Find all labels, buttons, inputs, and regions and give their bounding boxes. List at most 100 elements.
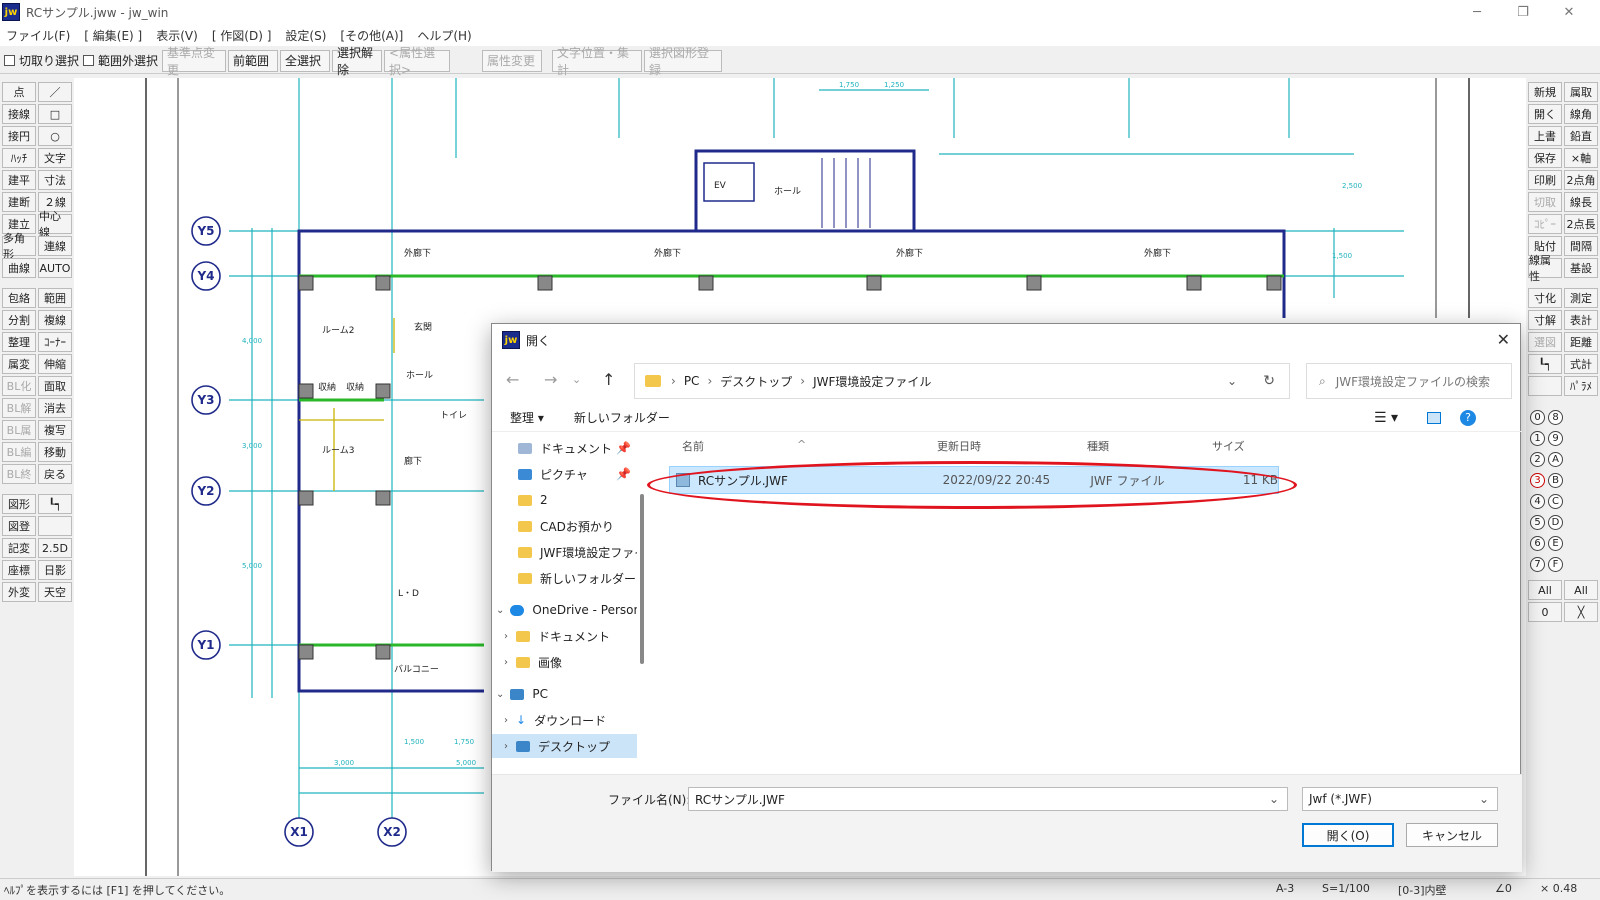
right-tool-button[interactable]: ﾊﾟﾗﾒ <box>1564 376 1598 396</box>
filename-input[interactable]: RCサンプル.JWF ⌄ <box>688 787 1288 811</box>
right-tool-button[interactable]: 鉛直 <box>1564 126 1598 146</box>
left-tool-button[interactable]: 文字 <box>38 148 72 168</box>
left-tool-button[interactable]: □ <box>38 104 72 124</box>
address-bar[interactable]: › PC › デスクトップ › JWF環境設定ファイル ⌄ ↻ <box>634 363 1290 399</box>
status-paper[interactable]: A-3 <box>1276 882 1294 895</box>
layer-button[interactable]: 9 <box>1548 431 1563 446</box>
layer-zero-button[interactable]: 0 <box>1528 602 1562 622</box>
left-tool-button[interactable]: BL終 <box>2 464 36 484</box>
breadcrumb-desktop[interactable]: デスクトップ <box>720 373 792 390</box>
nav-scrollbar[interactable] <box>640 494 644 664</box>
left-tool-button[interactable]: BL解 <box>2 398 36 418</box>
nav-item-folder-2[interactable]: 2 <box>492 488 637 512</box>
status-layer[interactable]: [0-3]内壁 <box>1398 882 1447 898</box>
left-tool-button[interactable]: 多角形 <box>2 232 36 261</box>
layer-all-button[interactable]: All <box>1528 580 1562 600</box>
layer-button[interactable]: B <box>1548 473 1563 488</box>
left-tool-button[interactable]: 複線 <box>38 310 72 330</box>
right-tool-button[interactable]: ×軸 <box>1564 148 1598 168</box>
menu-file[interactable]: ファイル(F) <box>6 27 70 44</box>
right-tool-button[interactable]: 2点長 <box>1564 214 1598 234</box>
file-row[interactable]: RCサンプル.JWF 2022/09/22 20:45 JWF ファイル 11 … <box>669 466 1279 494</box>
status-angle[interactable]: ∠0 <box>1495 882 1512 895</box>
right-tool-button[interactable]: 線属性 <box>1528 254 1562 283</box>
select-all-button[interactable]: 全選択 <box>280 49 331 72</box>
left-tool-button[interactable]: 連線 <box>38 236 72 256</box>
menu-edit[interactable]: [ 編集(E) ] <box>84 27 142 44</box>
status-scale[interactable]: S=1/100 <box>1322 882 1370 895</box>
left-tool-button[interactable]: 移動 <box>38 442 72 462</box>
preview-pane-icon[interactable] <box>1427 411 1441 424</box>
chevron-down-icon[interactable]: ⌄ <box>1227 374 1237 388</box>
left-tool-button[interactable]: BL属 <box>2 420 36 440</box>
attr-change-button[interactable]: 属性変更 <box>482 49 543 72</box>
left-tool-button[interactable]: AUTO <box>38 258 72 278</box>
right-tool-button[interactable]: ｺﾋﾟｰ <box>1528 214 1562 234</box>
breadcrumb-folder[interactable]: JWF環境設定ファイル <box>813 373 931 390</box>
left-tool-button[interactable]: 寸法 <box>38 170 72 190</box>
menu-other[interactable]: [その他(A)] <box>340 27 403 44</box>
right-tool-button[interactable]: 新規 <box>1528 82 1562 102</box>
chevron-down-icon[interactable]: ⌄ <box>496 605 504 616</box>
layer-button[interactable]: F <box>1548 557 1563 572</box>
layer-button[interactable]: C <box>1548 494 1563 509</box>
nav-item-cad[interactable]: CADお預かり <box>492 514 637 538</box>
layer-cross-icon[interactable]: ╳ <box>1564 602 1598 622</box>
left-tool-button[interactable]: 記変 <box>2 538 36 558</box>
chevron-right-icon[interactable]: › <box>504 657 508 668</box>
right-tool-button[interactable]: 上書 <box>1528 126 1562 146</box>
left-tool-button[interactable]: 接線 <box>2 104 36 124</box>
right-tool-button[interactable]: 寸解 <box>1528 310 1562 330</box>
left-tool-button[interactable]: ／ <box>38 82 72 102</box>
left-tool-button[interactable]: 2.5D <box>38 538 72 558</box>
layer-group-button[interactable]: 7 <box>1530 557 1545 572</box>
layer-group-button[interactable]: 1 <box>1530 431 1545 446</box>
right-tool-button[interactable]: 開く <box>1528 104 1562 124</box>
column-header-modified[interactable]: 更新日時 <box>937 438 981 454</box>
layer-group-button[interactable]: 4 <box>1530 494 1545 509</box>
right-tool-button[interactable]: 線角 <box>1564 104 1598 124</box>
right-tool-button[interactable] <box>1528 376 1562 396</box>
file-type-select[interactable]: Jwf (*.JWF) ⌄ <box>1302 787 1498 811</box>
close-icon[interactable]: ✕ <box>1497 330 1510 349</box>
left-tool-button[interactable]: ○ <box>38 126 72 146</box>
register-shape-button[interactable]: 選択図形登録 <box>644 46 723 77</box>
base-point-button[interactable]: 基準点変更 <box>162 46 227 77</box>
chevron-right-icon[interactable]: › <box>504 715 508 726</box>
organize-button[interactable]: 整理 ▾ <box>510 409 544 426</box>
left-tool-button[interactable]: 曲線 <box>2 258 36 278</box>
left-tool-button[interactable]: 図登 <box>2 516 36 536</box>
nav-item-pictures[interactable]: ピクチャ 📌 <box>492 462 637 486</box>
left-tool-button[interactable]: 建平 <box>2 170 36 190</box>
right-tool-button[interactable]: 距離 <box>1564 332 1598 352</box>
column-header-type[interactable]: 種類 <box>1087 438 1109 454</box>
nav-item-new-folder[interactable]: 新しいフォルダー <box>492 566 637 590</box>
layer-group-button[interactable]: 6 <box>1530 536 1545 551</box>
menu-help[interactable]: ヘルプ(H) <box>417 27 471 44</box>
open-button[interactable]: 開く(O) <box>1302 823 1394 847</box>
column-header-size[interactable]: サイズ <box>1212 438 1245 454</box>
layer-all-button[interactable]: All <box>1564 580 1598 600</box>
forward-arrow-icon[interactable]: → <box>544 370 557 389</box>
right-tool-button[interactable]: 線長 <box>1564 192 1598 212</box>
right-tool-button[interactable]: 式計 <box>1564 354 1598 374</box>
help-icon[interactable]: ? <box>1460 409 1476 426</box>
nav-item-pc[interactable]: ⌄ PC <box>492 682 637 706</box>
right-tool-button[interactable]: 間隔 <box>1564 236 1598 256</box>
nav-item-desktop[interactable]: › デスクトップ <box>492 734 637 758</box>
checkbox-box[interactable] <box>4 55 15 66</box>
layer-button[interactable]: A <box>1548 452 1563 467</box>
status-zoom[interactable]: × 0.48 <box>1540 882 1577 895</box>
left-tool-button[interactable]: ┖┑ <box>38 494 72 514</box>
menu-draw[interactable]: [ 作図(D) ] <box>212 27 272 44</box>
right-tool-button[interactable]: 測定 <box>1564 288 1598 308</box>
right-tool-button[interactable]: 2点角 <box>1564 170 1598 190</box>
left-tool-button[interactable]: 座標 <box>2 560 36 580</box>
layer-group-button[interactable]: 0 <box>1530 410 1545 425</box>
layer-button[interactable]: E <box>1548 536 1563 551</box>
menu-view[interactable]: 表示(V) <box>156 27 198 44</box>
chevron-down-icon[interactable]: ⌄ <box>1269 792 1279 806</box>
nav-item-od-documents[interactable]: › ドキュメント <box>492 624 637 648</box>
minimize-icon[interactable]: ─ <box>1454 0 1500 24</box>
left-tool-button[interactable]: 天空 <box>38 582 72 602</box>
